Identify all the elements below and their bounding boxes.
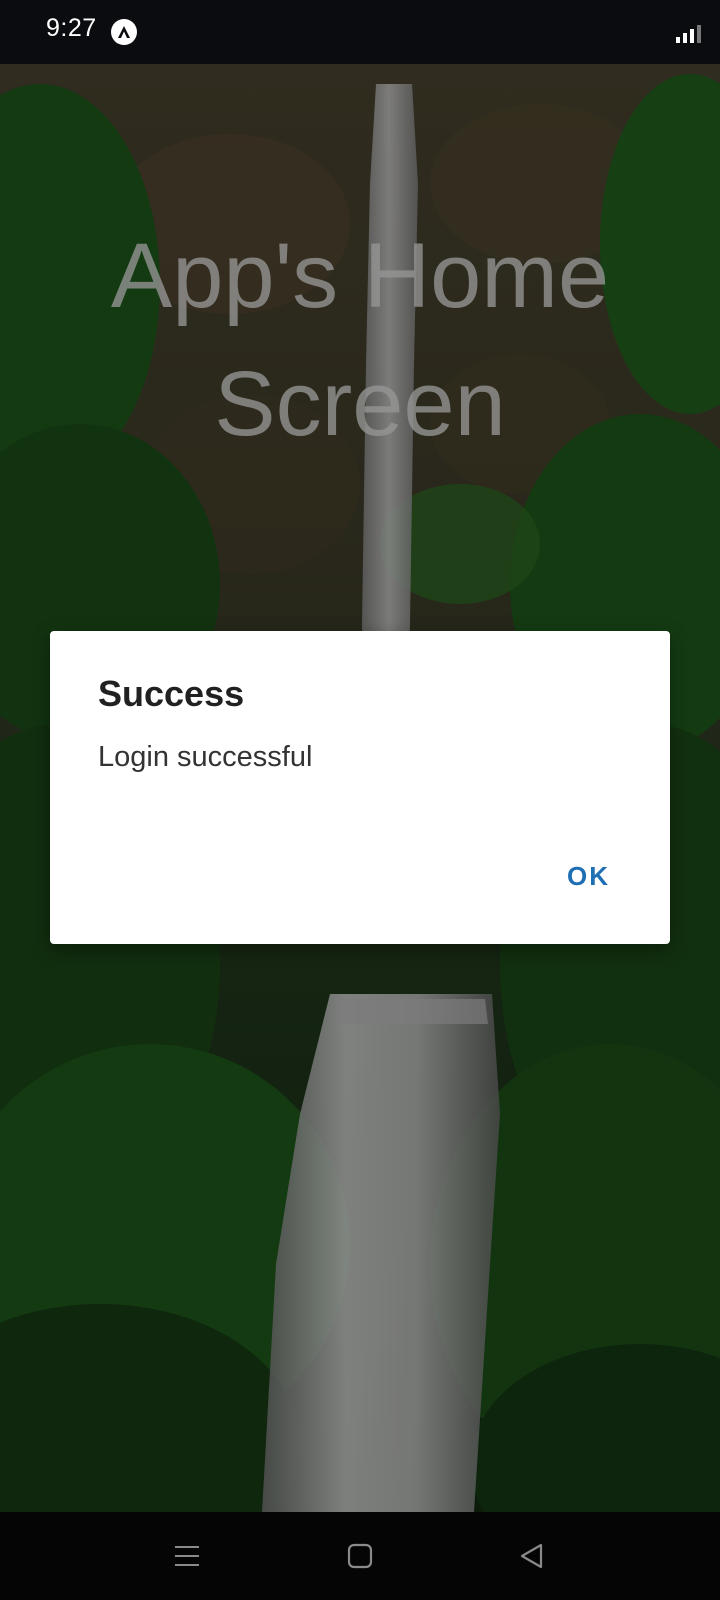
signal-icon [676,25,701,43]
status-bar: 9:27 4G 36 [0,0,720,64]
menu-icon[interactable] [172,1540,204,1572]
system-nav-bar [0,1512,720,1600]
dialog-message: Login successful [98,741,313,773]
status-time: 9:27 [46,14,97,42]
app-notification-icon [111,19,137,45]
home-square-icon[interactable] [344,1540,376,1572]
dialog-title: Success [98,673,245,714]
back-triangle-icon[interactable] [516,1540,548,1572]
app-screen: 9:27 4G 36 [0,0,720,1600]
success-dialog: Success Login successful OK [50,631,670,944]
home-screen-title: App's Home Screen [110,225,610,455]
ok-button[interactable]: OK [559,857,618,896]
